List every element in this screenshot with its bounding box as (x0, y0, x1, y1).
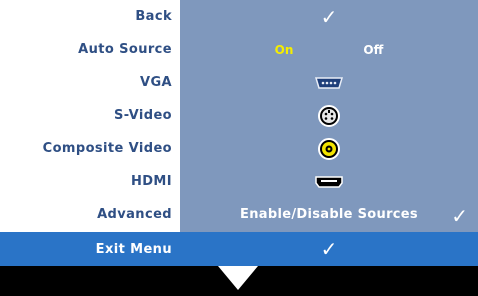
checkmark-icon[interactable]: ✓ (321, 239, 338, 259)
menu-item-label: Auto Source (78, 42, 172, 57)
menu-item-back[interactable]: Back ✓ (0, 0, 478, 33)
checkmark-icon[interactable]: ✓ (321, 7, 338, 27)
menu-item-value (180, 165, 478, 198)
down-arrow-icon[interactable] (218, 266, 258, 290)
menu-item-label: Back (135, 9, 172, 24)
menu-item-label: HDMI (130, 174, 172, 189)
menu-item-value (180, 66, 478, 99)
svideo-port-icon (318, 104, 340, 127)
menu-item-auto-source[interactable]: Auto Source On Off (0, 33, 478, 66)
menu-item-label: VGA (140, 75, 172, 90)
checkmark-icon[interactable]: ✓ (451, 204, 468, 228)
auto-source-toggle[interactable]: On Off (180, 33, 478, 66)
menu-item-value: Enable/Disable Sources ✓ (180, 198, 478, 231)
off-option[interactable]: Off (363, 43, 383, 57)
menu-item-vga[interactable]: VGA (0, 66, 478, 99)
menu-item-composite-video[interactable]: Composite Video (0, 132, 478, 165)
menu-item-value: ✓ (180, 0, 478, 33)
hdmi-port-icon (315, 175, 343, 188)
on-option[interactable]: On (275, 43, 294, 57)
menu-item-label: Advanced (97, 207, 172, 222)
menu-item-value (180, 132, 478, 165)
menu-item-s-video[interactable]: S-Video (0, 99, 478, 132)
menu-footer (0, 266, 478, 296)
menu-item-label: S-Video (114, 108, 172, 123)
exit-menu-value: ✓ (180, 232, 478, 266)
composite-port-icon (318, 137, 340, 160)
menu-item-hdmi[interactable]: HDMI (0, 165, 478, 198)
exit-menu-row[interactable]: Exit Menu ✓ (0, 232, 478, 266)
menu-item-advanced[interactable]: Advanced Enable/Disable Sources ✓ (0, 198, 478, 231)
projector-osd-menu: Back ✓ Auto Source On Off VGA S-Video Co… (0, 0, 478, 296)
menu-item-label: Composite Video (42, 141, 172, 156)
advanced-setting-text: Enable/Disable Sources (240, 207, 418, 222)
menu-item-value (180, 99, 478, 132)
exit-menu-label: Exit Menu (95, 241, 172, 257)
vga-port-icon (314, 76, 344, 89)
